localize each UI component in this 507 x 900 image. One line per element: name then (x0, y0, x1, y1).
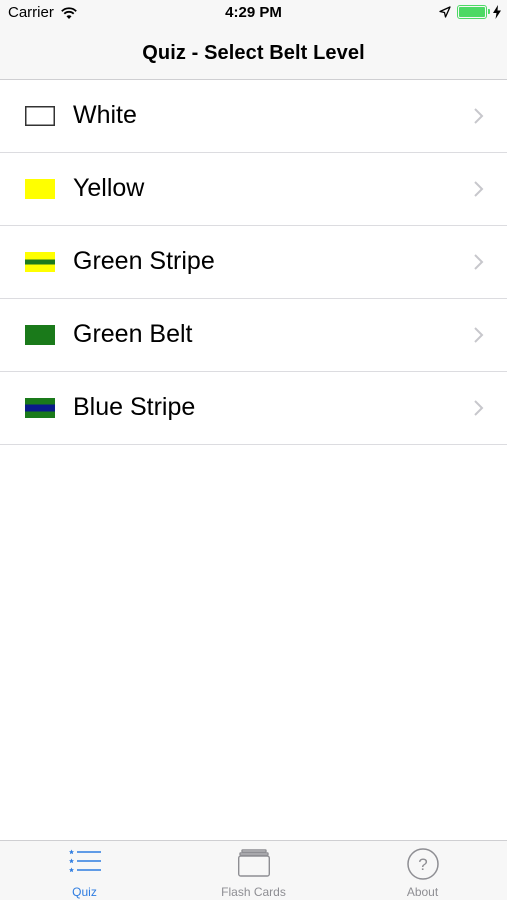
belt-label: Yellow (73, 174, 145, 202)
tab-quiz[interactable]: Quiz (0, 841, 169, 900)
chevron-right-icon (474, 108, 484, 124)
tab-bar: Quiz Flash Cards ? About (0, 840, 507, 900)
blue-stripe-belt-swatch-icon (25, 398, 55, 418)
belt-row-green-belt[interactable]: Green Belt (0, 299, 507, 372)
belt-row-white[interactable]: White (0, 80, 507, 153)
list-icon (68, 849, 101, 873)
white-belt-swatch-icon (25, 106, 55, 126)
charging-bolt-icon (493, 5, 501, 19)
yellow-belt-swatch-icon (25, 179, 55, 199)
chevron-right-icon (474, 400, 484, 416)
carrier-label: Carrier (8, 4, 54, 21)
belt-row-blue-stripe[interactable]: Blue Stripe (0, 372, 507, 445)
belt-row-yellow[interactable]: Yellow (0, 153, 507, 226)
belt-label: Green Stripe (73, 247, 215, 275)
screen: Carrier 4:29 PM Quiz - Select Belt Level (0, 0, 507, 900)
tab-flash-cards[interactable]: Flash Cards (169, 841, 338, 900)
page-title: Quiz - Select Belt Level (142, 42, 365, 64)
wifi-icon (61, 6, 77, 19)
belt-list: White Yellow Green Stripe Green Belt Blu… (0, 80, 507, 445)
belt-label: White (73, 101, 137, 129)
svg-text:?: ? (418, 855, 427, 874)
chevron-right-icon (474, 181, 484, 197)
location-arrow-icon (439, 6, 451, 18)
tab-label: About (406, 885, 439, 899)
belt-label: Blue Stripe (73, 393, 196, 421)
cards-icon (237, 849, 270, 877)
belt-label: Green Belt (73, 320, 193, 348)
nav-bar: Quiz - Select Belt Level (0, 28, 507, 80)
battery-icon (457, 5, 490, 19)
battery-fill (459, 7, 485, 17)
tab-label: Quiz (72, 885, 97, 899)
question-circle-icon: ? (406, 848, 439, 880)
chevron-right-icon (474, 327, 484, 343)
tab-about[interactable]: ? About (338, 841, 507, 900)
green-stripe-belt-swatch-icon (25, 252, 55, 272)
belt-row-green-stripe[interactable]: Green Stripe (0, 226, 507, 299)
green-belt-swatch-icon (25, 325, 55, 345)
tab-label: Flash Cards (221, 885, 286, 899)
status-right (439, 5, 501, 19)
chevron-right-icon (474, 254, 484, 270)
carrier-group: Carrier (8, 4, 78, 21)
status-bar: Carrier 4:29 PM (0, 0, 507, 28)
